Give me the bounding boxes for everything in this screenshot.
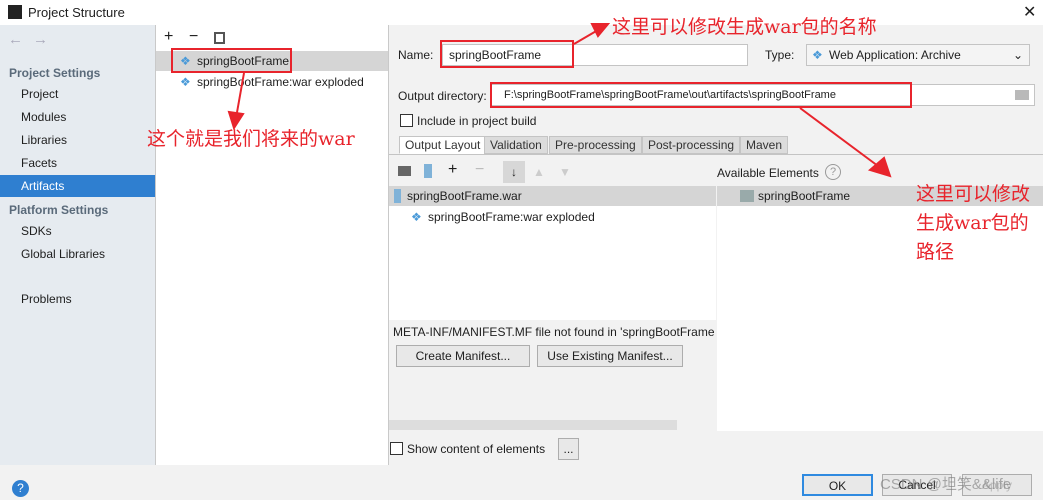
- annotation-name-text: 这里可以修改生成war包的名称: [612, 16, 877, 38]
- annotation-path-text: 这里可以修改生成war包的路径: [916, 183, 1031, 263]
- annotation-arrow-name: [573, 29, 599, 45]
- annotation-arrowhead-name: [590, 23, 611, 38]
- annotation-arrowhead-path: [867, 156, 892, 178]
- annotation-war-text: 这个就是我们将来的war: [147, 128, 355, 150]
- annotation-arrows: [227, 23, 892, 178]
- annotation-arrow-path: [799, 107, 879, 167]
- annotation-arrow-war: [235, 72, 245, 119]
